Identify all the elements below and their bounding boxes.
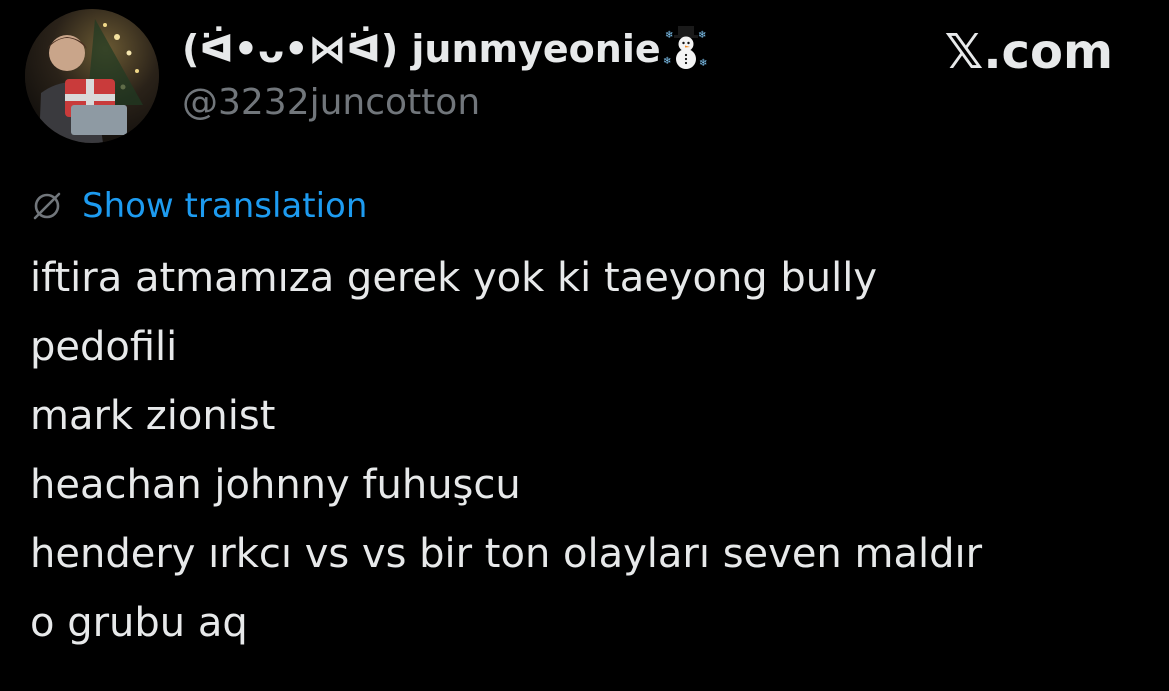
show-translation-link[interactable]: Show translation — [82, 186, 367, 226]
author-handle[interactable]: @3232juncotton — [182, 80, 480, 126]
show-translation-row[interactable]: Show translation — [30, 184, 367, 228]
tweet-line: pedofili — [30, 324, 178, 370]
svg-text:❄: ❄ — [665, 30, 673, 41]
tweet-line: iftira atmamıza gerek yok ki taeyong bul… — [30, 255, 878, 301]
avatar[interactable] — [25, 9, 159, 143]
tweet-line: hendery ırkcı vs vs bir ton olayları sev… — [30, 531, 983, 577]
globe-icon — [33, 192, 61, 220]
tweet-line: heachan johnny fuhuşcu — [30, 462, 521, 508]
tweet-line: o grubu aq — [30, 600, 248, 646]
author-display-name-text[interactable]: (ᐛ•ᴗ•⋈ᐛ) junmyeonie — [182, 27, 661, 71]
snowman-icon: ❄ ❄ ❄ ❄ — [663, 24, 709, 70]
tweet-line: mark zionist — [30, 393, 276, 439]
brand-logo: 𝕏.com — [944, 24, 1113, 80]
svg-text:❄: ❄ — [698, 30, 706, 41]
tweet-text: iftira atmamıza gerek yok ki taeyong bul… — [30, 244, 1140, 658]
svg-text:❄: ❄ — [699, 58, 707, 69]
author-display-name[interactable]: (ᐛ•ᴗ•⋈ᐛ) junmyeonie ❄ ❄ ❄ ❄ — [182, 24, 709, 73]
svg-text:❄: ❄ — [663, 56, 671, 67]
